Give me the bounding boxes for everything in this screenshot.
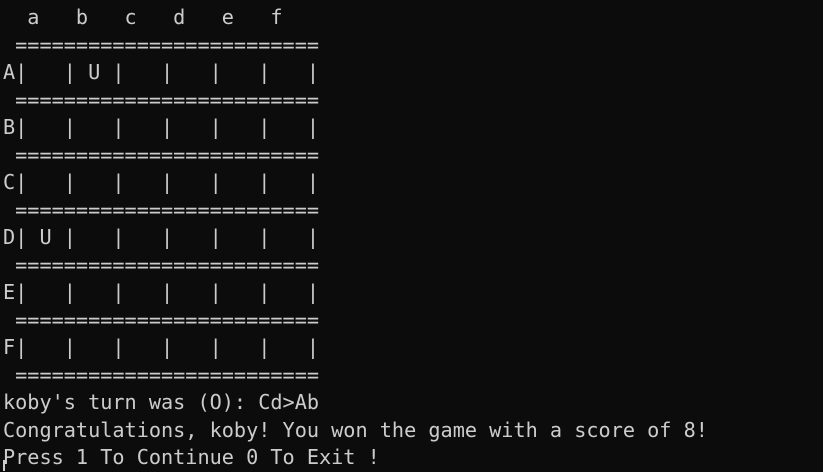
board-row-e: E| | | | | | | [3, 280, 320, 304]
board-separator: ========================= [3, 197, 320, 222]
board-column-header: a b c d e f [3, 5, 283, 29]
board-row-a: A| | U | | | | | [3, 60, 320, 84]
terminal-window[interactable]: a b c d e f ========================= A|… [3, 4, 823, 471]
board-separator: ========================= [3, 87, 320, 112]
text-cursor[interactable] [3, 460, 5, 471]
board-separator: ========================= [3, 362, 320, 387]
turn-message: koby's turn was (O): Cd>Ab [3, 390, 320, 414]
board-row-f: F| | | | | | | [3, 335, 320, 359]
board-row-b: B| | | | | | | [3, 115, 320, 139]
board-row-c: C| | | | | | | [3, 170, 320, 194]
board-separator: ========================= [3, 142, 320, 167]
board-separator: ========================= [3, 252, 320, 277]
board-separator: ========================= [3, 32, 320, 57]
board-separator: ========================= [3, 307, 320, 332]
win-message: Congratulations, koby! You won the game … [3, 417, 708, 442]
continue-prompt: Press 1 To Continue 0 To Exit ! [3, 445, 380, 469]
board-row-d: D| U | | | | | | [3, 225, 320, 249]
